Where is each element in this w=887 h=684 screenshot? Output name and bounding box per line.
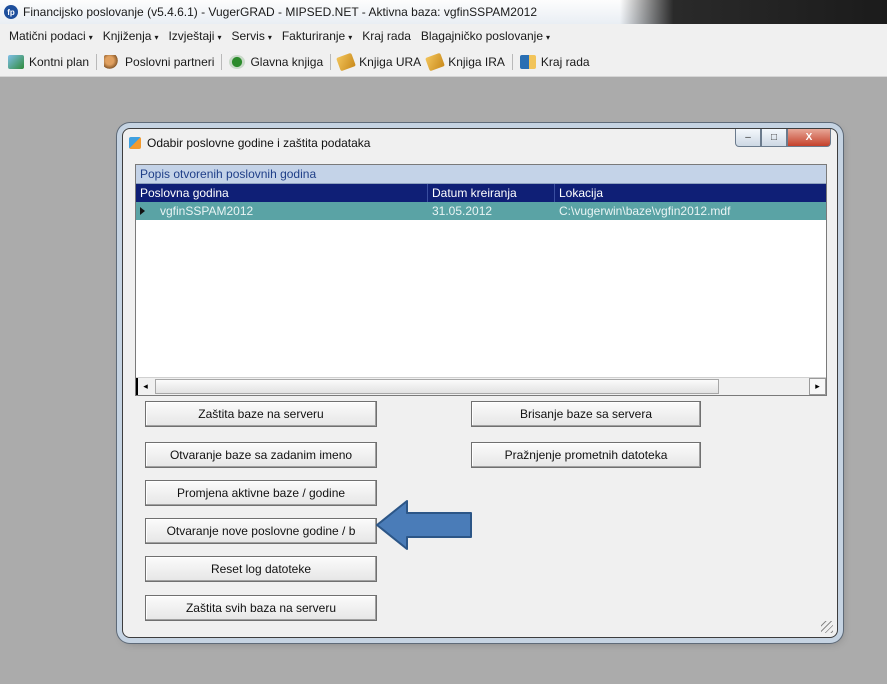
menu-maticni-podaci[interactable]: Matični podaci ▾ xyxy=(4,29,98,43)
menu-izvjestaji[interactable]: Izvještaji ▾ xyxy=(163,29,226,43)
toolbar-label: Poslovni partneri xyxy=(125,55,215,69)
clear-transaction-files-button[interactable]: Pražnjenje prometnih datoteka xyxy=(471,442,701,468)
grid-column-headers: Poslovna godina Datum kreiranja Lokacija xyxy=(136,184,826,202)
menu-label: Izvještaji xyxy=(168,29,215,43)
dropdown-arrow-icon: ▾ xyxy=(154,33,159,42)
scroll-right-icon[interactable]: ▸ xyxy=(809,378,826,395)
menu-label: Kraj rada xyxy=(362,29,411,43)
toolbar-glavna-knjiga-button[interactable]: Glavna knjiga xyxy=(226,55,326,69)
book-icon xyxy=(425,52,446,72)
business-years-grid: Popis otvorenih poslovnih godina Poslovn… xyxy=(135,164,827,396)
general-ledger-icon xyxy=(229,55,246,69)
menu-blagajnicko-poslovanje[interactable]: Blagajničko poslovanje ▾ xyxy=(416,29,555,43)
maximize-button[interactable]: □ xyxy=(761,129,787,147)
title-bar-background xyxy=(620,0,887,24)
toolbar-kraj-rada-button[interactable]: Kraj rada xyxy=(517,55,593,69)
toolbar-separator xyxy=(221,54,223,70)
menu-label: Blagajničko poslovanje xyxy=(420,29,544,43)
toolbar-label: Kraj rada xyxy=(540,55,590,69)
menu-label: Fakturiranje xyxy=(281,29,346,43)
app-logo-icon: fp xyxy=(4,5,18,19)
protect-database-button[interactable]: Zaštita baze na serveru xyxy=(145,401,377,427)
reset-log-files-button[interactable]: Reset log datoteke xyxy=(145,556,377,582)
menu-knjizenja[interactable]: Knjiženja ▾ xyxy=(98,29,164,43)
cell-lokacija: C:\vugerwin\baze\vgfin2012.mdf xyxy=(559,204,731,218)
window-controls: – □ X xyxy=(735,129,831,147)
toolbar-separator xyxy=(96,54,98,70)
annotation-arrow-icon xyxy=(376,500,472,550)
scrollbar-thumb[interactable] xyxy=(155,379,719,394)
table-row[interactable]: vgfinSSPAM2012 31.05.2012 C:\vugerwin\ba… xyxy=(136,202,826,220)
book-icon xyxy=(336,52,357,72)
change-active-database-button[interactable]: Promjena aktivne baze / godine xyxy=(145,480,377,506)
toolbar-separator xyxy=(330,54,332,70)
dialog-title: Odabir poslovne godine i zaštita podatak… xyxy=(147,135,371,150)
scroll-left-icon[interactable]: ◂ xyxy=(136,378,153,395)
partners-icon xyxy=(104,55,121,69)
menu-label: Matični podaci xyxy=(9,29,86,43)
delete-database-button[interactable]: Brisanje baze sa servera xyxy=(471,401,701,427)
app-title-bar: fp Financijsko poslovanje (v5.4.6.1) - V… xyxy=(0,0,887,24)
toolbar: Kontni plan Poslovni partneri Glavna knj… xyxy=(0,48,887,77)
minimize-button[interactable]: – xyxy=(735,129,761,147)
toolbar-knjiga-ura-button[interactable]: Knjiga URA xyxy=(335,52,424,72)
toolbar-kontni-plan-button[interactable]: Kontni plan xyxy=(5,55,92,69)
year-selection-dialog: Odabir poslovne godine i zaštita podatak… xyxy=(122,128,838,638)
toolbar-label: Knjiga URA xyxy=(359,55,422,69)
horizontal-scrollbar[interactable]: ◂ ▸ xyxy=(136,377,826,395)
app-title: Financijsko poslovanje (v5.4.6.1) - Vuge… xyxy=(23,5,537,19)
toolbar-poslovni-partneri-button[interactable]: Poslovni partneri xyxy=(101,55,217,69)
menu-label: Servis xyxy=(231,29,265,43)
dialog-app-icon xyxy=(129,136,141,149)
dropdown-arrow-icon: ▾ xyxy=(546,33,551,42)
open-new-business-year-button[interactable]: Otvaranje nove poslovne godine / b xyxy=(145,518,377,544)
resize-grip[interactable] xyxy=(821,621,833,633)
exit-door-icon xyxy=(519,55,536,69)
cell-poslovna-godina: vgfinSSPAM2012 xyxy=(160,204,254,218)
menu-label: Knjiženja xyxy=(102,29,152,43)
grid-group-header: Popis otvorenih poslovnih godina xyxy=(136,165,826,184)
column-header-lokacija[interactable]: Lokacija xyxy=(555,184,826,202)
dropdown-arrow-icon: ▾ xyxy=(217,33,222,42)
column-header-datum-kreiranja[interactable]: Datum kreiranja xyxy=(428,184,555,202)
toolbar-label: Glavna knjiga xyxy=(250,55,324,69)
menu-kraj-rada[interactable]: Kraj rada xyxy=(357,29,416,43)
close-button[interactable]: X xyxy=(787,129,831,147)
dropdown-arrow-icon: ▾ xyxy=(88,33,93,42)
menu-bar: Matični podaci ▾ Knjiženja ▾ Izvještaji ▾ S… xyxy=(0,24,887,48)
protect-all-databases-button[interactable]: Zaštita svih baza na serveru xyxy=(145,595,377,621)
dropdown-arrow-icon: ▾ xyxy=(267,33,272,42)
menu-fakturiranje[interactable]: Fakturiranje ▾ xyxy=(277,29,357,43)
dropdown-arrow-icon: ▾ xyxy=(348,33,353,42)
chart-of-accounts-icon xyxy=(8,55,24,69)
cell-datum-kreiranja: 31.05.2012 xyxy=(432,204,493,218)
menu-servis[interactable]: Servis ▾ xyxy=(226,29,276,43)
toolbar-separator xyxy=(511,54,513,70)
toolbar-knjiga-ira-button[interactable]: Knjiga IRA xyxy=(424,52,508,72)
dialog-title-bar[interactable]: Odabir poslovne godine i zaštita podatak… xyxy=(123,129,837,156)
row-selector-arrow-icon xyxy=(140,207,145,215)
toolbar-label: Kontni plan xyxy=(29,55,90,69)
toolbar-label: Knjiga IRA xyxy=(448,55,505,69)
open-named-database-button[interactable]: Otvaranje baze sa zadanim imeno xyxy=(145,442,377,468)
column-header-poslovna-godina[interactable]: Poslovna godina xyxy=(136,184,428,202)
